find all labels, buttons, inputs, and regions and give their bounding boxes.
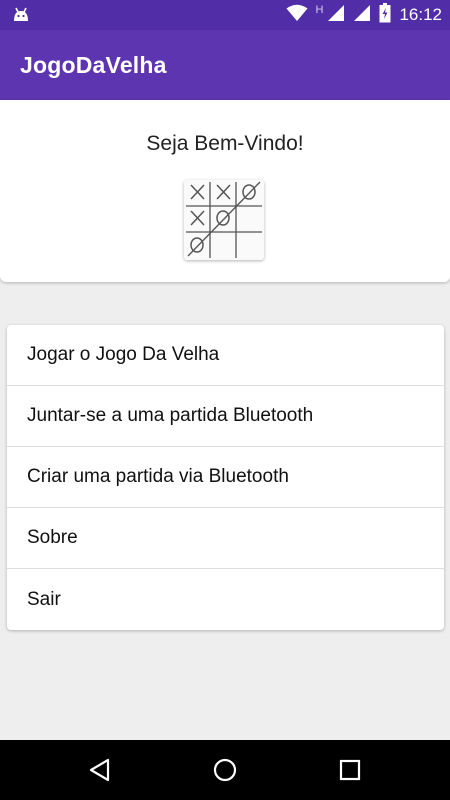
signal-icon	[327, 4, 345, 27]
menu-item-create-bluetooth[interactable]: Criar uma partida via Bluetooth	[7, 447, 444, 508]
menu-item-exit[interactable]: Sair	[7, 569, 444, 630]
back-icon[interactable]	[84, 754, 116, 786]
app-title: JogoDaVelha	[20, 52, 167, 78]
status-clock: 16:12	[399, 5, 442, 24]
menu-item-join-bluetooth[interactable]: Juntar-se a uma partida Bluetooth	[7, 386, 444, 447]
app-bar: JogoDaVelha	[0, 30, 450, 100]
network-type-label: H	[315, 4, 324, 16]
recents-icon[interactable]	[334, 754, 366, 786]
home-icon[interactable]	[209, 754, 241, 786]
signal-icon	[353, 4, 371, 27]
android-icon	[12, 7, 30, 28]
battery-charging-icon	[379, 2, 391, 28]
tic-tac-toe-logo-icon	[184, 180, 264, 260]
navigation-bar	[0, 740, 450, 800]
status-bar: H 16:12	[0, 0, 450, 30]
welcome-text: Seja Bem-Vindo!	[146, 132, 304, 155]
menu-item-play[interactable]: Jogar o Jogo Da Velha	[7, 325, 444, 386]
wifi-icon	[286, 4, 308, 27]
welcome-card: Seja Bem-Vindo!	[0, 100, 450, 282]
menu-list: Jogar o Jogo Da Velha Juntar-se a uma pa…	[7, 325, 444, 630]
menu-item-about[interactable]: Sobre	[7, 508, 444, 569]
